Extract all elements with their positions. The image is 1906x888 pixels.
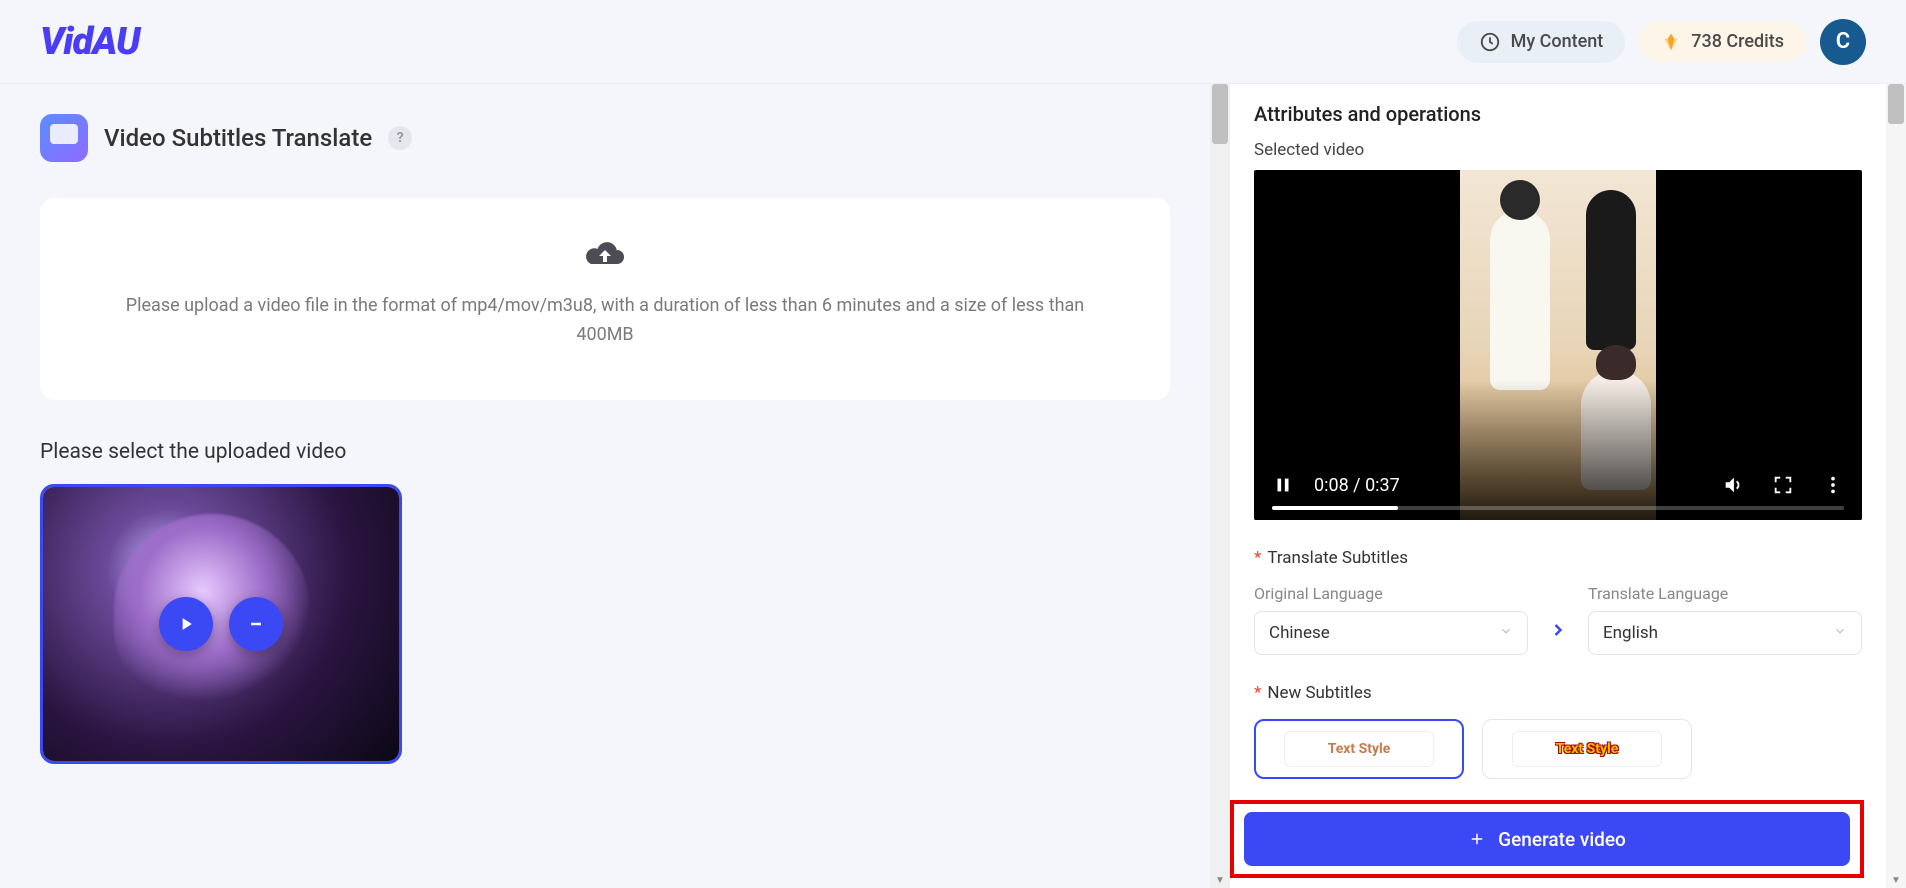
player-time: 0:08 / 0:37 — [1314, 475, 1400, 496]
credits-label: 738 Credits — [1691, 31, 1784, 52]
translate-language-col: Translate Language English — [1588, 584, 1862, 655]
uploaded-thumbnails — [40, 484, 1200, 764]
my-content-button[interactable]: My Content — [1457, 21, 1626, 63]
more-icon[interactable] — [1822, 474, 1844, 496]
select-uploaded-label: Please select the uploaded video — [40, 440, 1200, 464]
translate-subtitles-label: *Translate Subtitles — [1254, 548, 1862, 568]
left-scrollbar[interactable]: ▲ ▼ — [1210, 84, 1230, 888]
scrollbar-thumb[interactable] — [1888, 84, 1904, 124]
help-icon[interactable]: ? — [388, 126, 412, 150]
remove-thumbnail-button[interactable] — [229, 597, 283, 651]
new-subtitles-label: *New Subtitles — [1254, 683, 1862, 703]
generate-highlight: Generate video — [1230, 800, 1864, 878]
translate-language-label: Translate Language — [1588, 584, 1862, 603]
right-wrap: ▲ ▼ Attributes and operations Selected v… — [1210, 84, 1906, 888]
my-content-label: My Content — [1511, 31, 1604, 52]
selected-video-label: Selected video — [1254, 140, 1862, 160]
translate-language-select[interactable]: English — [1588, 611, 1862, 655]
feature-header: Video Subtitles Translate ? — [40, 114, 1200, 162]
original-language-value: Chinese — [1269, 623, 1330, 643]
subtitle-style-option-2[interactable]: Text Style — [1482, 719, 1692, 779]
scrollbar-thumb[interactable] — [1212, 84, 1228, 144]
progress-bar[interactable] — [1272, 506, 1844, 510]
play-thumbnail-button[interactable] — [159, 597, 213, 651]
user-avatar[interactable]: C — [1820, 19, 1866, 65]
avatar-initial: C — [1836, 29, 1850, 54]
feature-title: Video Subtitles Translate — [104, 124, 372, 152]
upload-hint-text: Please upload a video file in the format… — [100, 292, 1110, 350]
right-scrollbar[interactable]: ▲ ▼ — [1886, 84, 1906, 888]
style-sample-2: Text Style — [1512, 731, 1662, 767]
style-sample-1: Text Style — [1284, 731, 1434, 767]
plus-icon — [1468, 830, 1486, 848]
video-player[interactable]: 0:08 / 0:37 — [1254, 170, 1862, 520]
chevron-down-icon — [1833, 623, 1847, 643]
original-language-select[interactable]: Chinese — [1254, 611, 1528, 655]
main-area: Video Subtitles Translate ? Please uploa… — [0, 84, 1906, 888]
diamond-icon — [1661, 32, 1681, 52]
generate-video-label: Generate video — [1498, 828, 1626, 851]
clock-icon — [1479, 31, 1501, 53]
brand-logo[interactable]: VidAU — [40, 20, 140, 64]
scroll-down-icon[interactable]: ▼ — [1888, 872, 1904, 888]
fullscreen-icon[interactable] — [1772, 474, 1794, 496]
thumbnail-controls — [159, 597, 283, 651]
upload-dropzone[interactable]: Please upload a video file in the format… — [40, 198, 1170, 400]
right-panel: Attributes and operations Selected video — [1230, 84, 1886, 888]
subtitle-style-option-1[interactable]: Text Style — [1254, 719, 1464, 779]
progress-fill — [1272, 506, 1398, 510]
pause-icon[interactable] — [1272, 474, 1294, 496]
original-language-col: Original Language Chinese — [1254, 584, 1528, 655]
app-root: VidAU My Content 738 Credits C — [0, 0, 1906, 888]
chevron-down-icon — [1499, 623, 1513, 643]
translate-language-value: English — [1603, 623, 1658, 643]
left-panel: Video Subtitles Translate ? Please uploa… — [0, 84, 1210, 888]
generate-video-button[interactable]: Generate video — [1244, 812, 1850, 866]
attributes-title: Attributes and operations — [1254, 102, 1862, 126]
feature-icon — [40, 114, 88, 162]
scroll-down-icon[interactable]: ▼ — [1212, 872, 1228, 888]
language-row: Original Language Chinese Translate Lang… — [1254, 584, 1862, 655]
cloud-upload-icon — [583, 238, 627, 274]
header-actions: My Content 738 Credits C — [1457, 19, 1866, 65]
uploaded-video-thumbnail[interactable] — [40, 484, 402, 764]
arrow-right-icon — [1548, 596, 1568, 644]
video-controls: 0:08 / 0:37 — [1254, 462, 1862, 520]
original-language-label: Original Language — [1254, 584, 1528, 603]
volume-icon[interactable] — [1722, 474, 1744, 496]
subtitle-style-row: Text Style Text Style — [1254, 719, 1862, 779]
app-header: VidAU My Content 738 Credits C — [0, 0, 1906, 84]
credits-button[interactable]: 738 Credits — [1639, 21, 1806, 62]
